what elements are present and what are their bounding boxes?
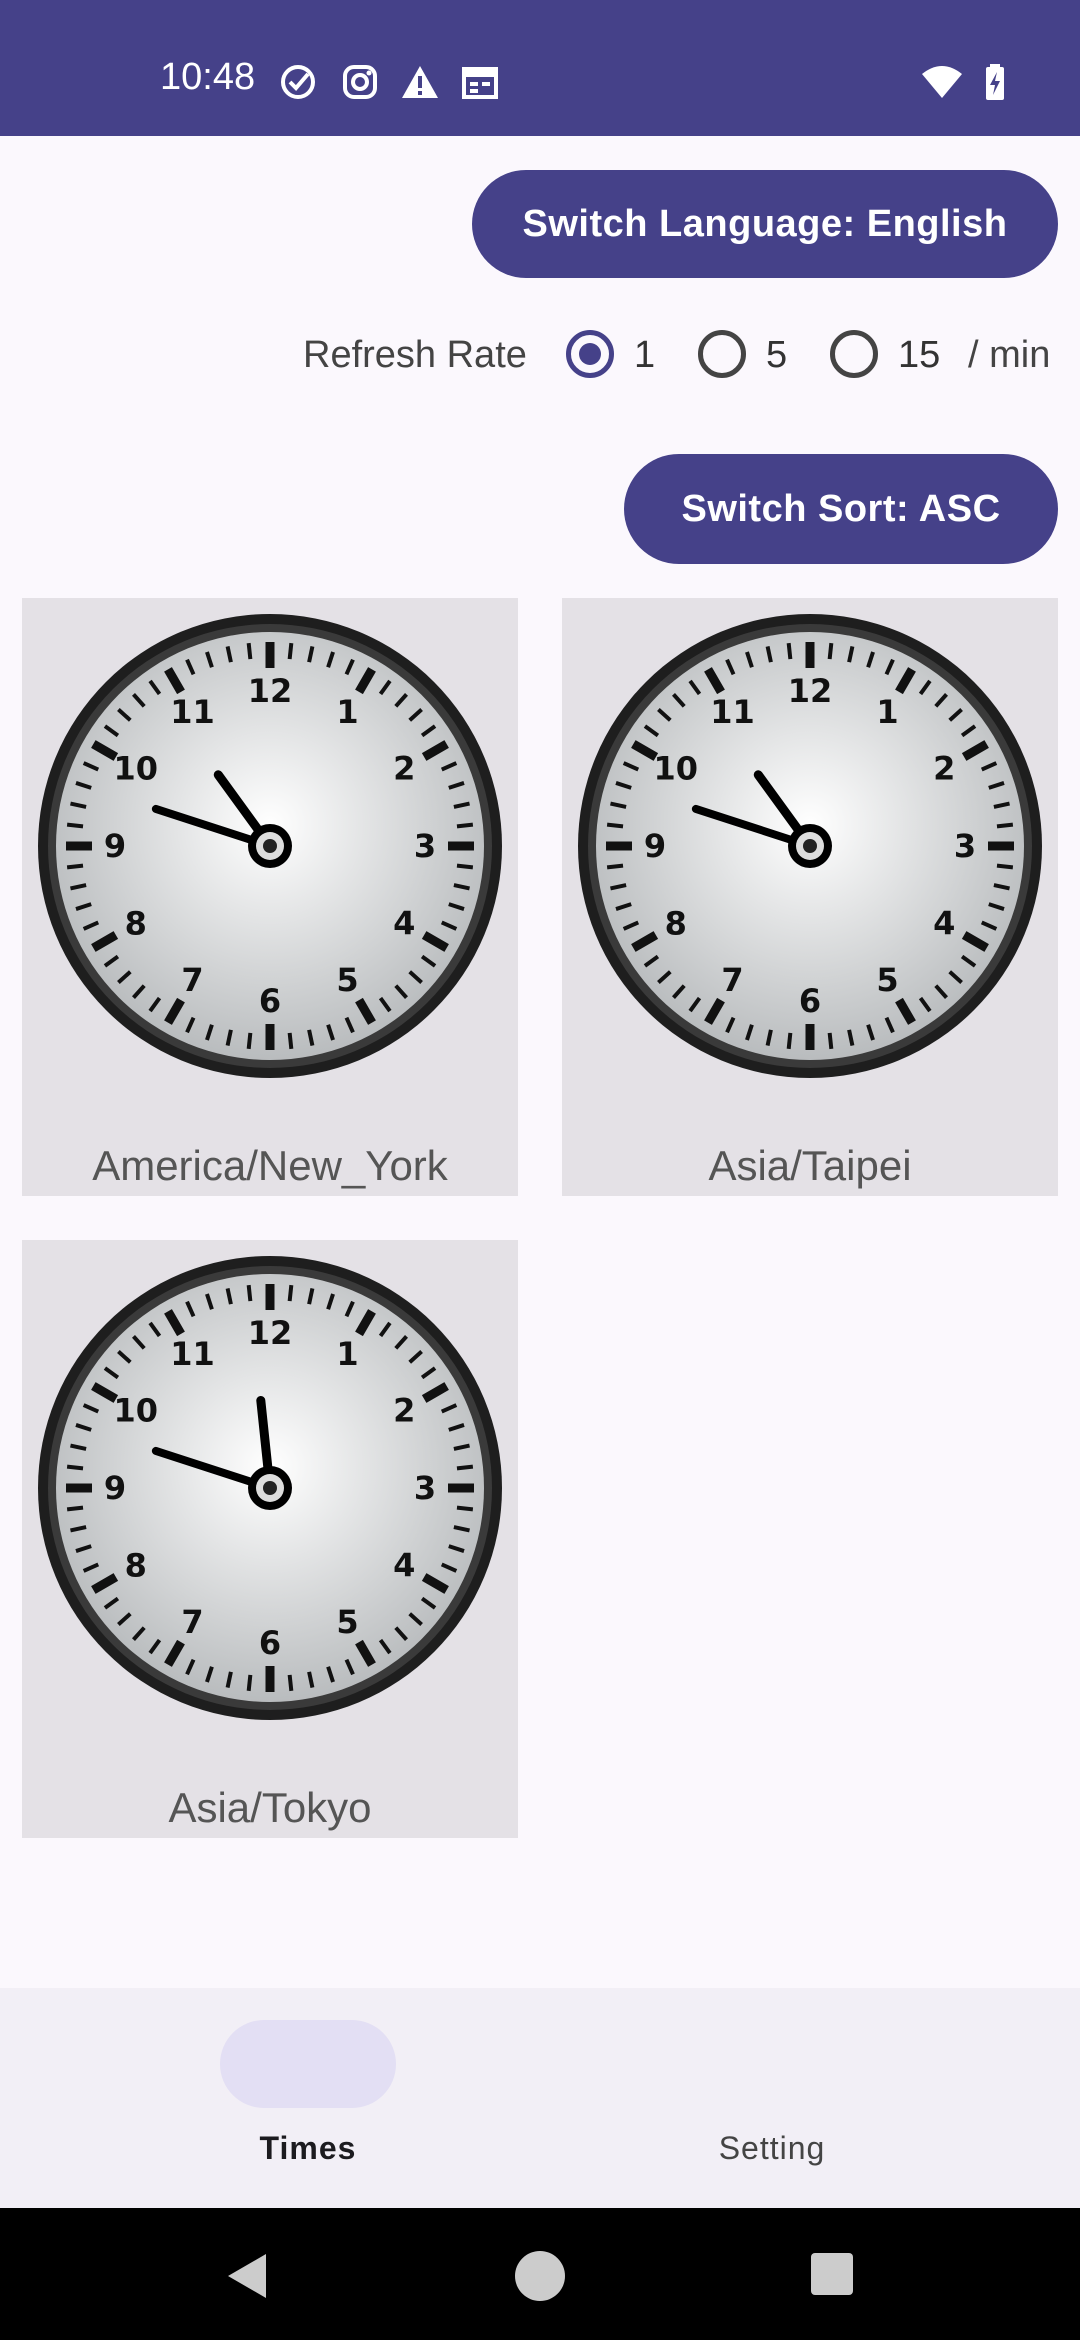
check-circle-icon [281,65,315,99]
svg-text:11: 11 [710,693,755,731]
refresh-option-5-label: 5 [766,334,788,376]
svg-text:8: 8 [665,905,687,943]
svg-text:4: 4 [393,1547,415,1585]
system-navigation-bar [0,2208,1080,2340]
refresh-radio-1[interactable] [566,330,614,378]
refresh-option-1-label: 1 [634,334,656,376]
refresh-rate-label: Refresh Rate [303,334,527,376]
refresh-radio-5[interactable] [698,330,746,378]
svg-text:7: 7 [181,1603,203,1641]
clock-timezone-label: America/New_York [92,1142,448,1189]
svg-text:2: 2 [393,1392,415,1430]
svg-text:3: 3 [414,827,436,865]
svg-text:10: 10 [114,1392,159,1430]
home-icon[interactable] [514,2250,566,2302]
svg-text:5: 5 [876,961,898,999]
instagram-icon [343,65,377,99]
refresh-radio-15[interactable] [830,330,878,378]
clock-timezone-label: Asia/Taipei [708,1142,912,1189]
svg-text:8: 8 [125,905,147,943]
status-bar: 10:48 [0,0,1080,136]
switch-language-button[interactable]: Switch Language: English [472,170,1058,278]
svg-text:2: 2 [393,750,415,788]
svg-text:4: 4 [393,905,415,943]
svg-text:11: 11 [170,1335,215,1373]
svg-text:5: 5 [336,1603,358,1641]
calendar-icon [462,67,498,99]
svg-text:1: 1 [876,693,898,731]
bottom-navigation [0,1988,1080,2208]
clock-card[interactable]: 1 2 3 4 5 6 7 8 9 10 11 12 Asia/Tokyo [22,1240,518,1838]
svg-text:12: 12 [248,672,293,710]
svg-text:1: 1 [336,693,358,731]
warning-icon [402,66,438,98]
clock-card[interactable]: 1 2 3 4 5 6 7 8 9 10 11 12 America/New_York [22,598,518,1196]
wifi-icon [922,66,962,98]
analog-clock: 123456789101112 [38,614,502,1078]
svg-text:1: 1 [336,1335,358,1373]
svg-text:4: 4 [933,905,955,943]
nav-item-setting[interactable]: Setting [622,2130,922,2167]
analog-clock: 123456789101112 [578,614,1042,1078]
svg-text:3: 3 [414,1469,436,1507]
refresh-option-15-label: 15 [898,334,941,376]
svg-text:8: 8 [125,1547,147,1585]
svg-text:6: 6 [259,982,281,1020]
switch-sort-button[interactable]: Switch Sort: ASC [624,454,1058,564]
svg-text:9: 9 [644,827,666,865]
svg-text:12: 12 [788,672,833,710]
nav-item-times[interactable]: Times [158,2130,458,2167]
svg-text:7: 7 [721,961,743,999]
nav-active-indicator [220,2020,396,2108]
svg-text:6: 6 [259,1624,281,1662]
clock-card[interactable]: 1 2 3 4 5 6 7 8 9 10 11 12 Asia/Taipei [562,598,1058,1196]
svg-text:11: 11 [170,693,215,731]
svg-text:10: 10 [654,750,699,788]
recents-icon[interactable] [810,2252,854,2296]
svg-text:9: 9 [104,1469,126,1507]
svg-text:9: 9 [104,827,126,865]
svg-text:10: 10 [114,750,159,788]
svg-text:7: 7 [181,961,203,999]
refresh-unit-label: / min [968,334,1051,376]
analog-clock: 123456789101112 [38,1256,502,1720]
clock-timezone-label: Asia/Tokyo [168,1784,372,1831]
svg-text:2: 2 [933,750,955,788]
back-icon[interactable] [222,2252,270,2300]
svg-text:5: 5 [336,961,358,999]
battery-charging-icon [986,64,1004,100]
svg-text:3: 3 [954,827,976,865]
status-time: 10:48 [160,56,256,98]
svg-text:12: 12 [248,1314,293,1352]
svg-text:6: 6 [799,982,821,1020]
